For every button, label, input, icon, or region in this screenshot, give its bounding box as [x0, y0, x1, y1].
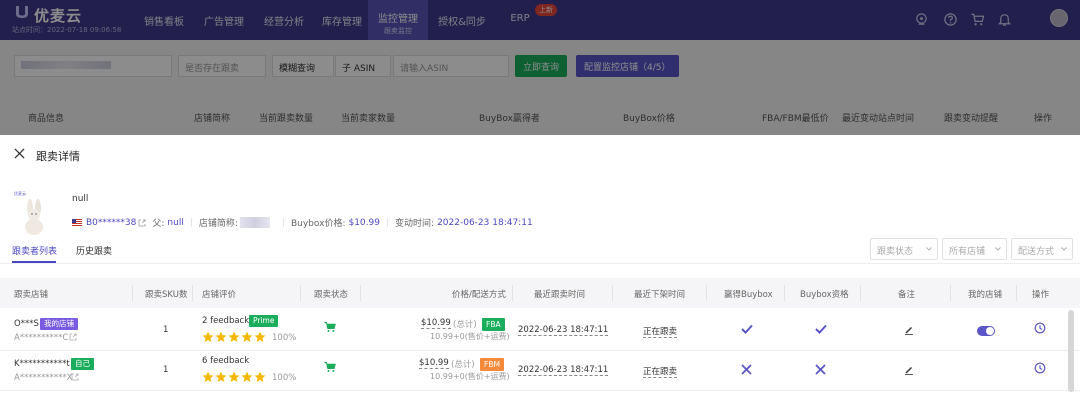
drawer-title: 跟卖详情 — [36, 150, 80, 163]
col-buybox-eligible: Buybox资格 — [800, 290, 849, 300]
col-seller-store: 跟卖店铺 — [14, 290, 49, 300]
check-icon — [815, 324, 827, 334]
price-total: $10.99 — [419, 358, 449, 369]
parent-value: null — [167, 217, 184, 228]
buybox-label: Buybox价格: — [290, 219, 346, 229]
total-label: (总计) — [453, 320, 477, 330]
sku-count: 1 — [163, 325, 169, 335]
total-label: (总计) — [451, 360, 475, 370]
close-icon[interactable] — [14, 148, 25, 159]
col-remarks: 备注 — [898, 290, 916, 300]
star-icon — [202, 371, 214, 382]
parent-label: 父: — [152, 219, 165, 229]
price-breakdown: 10.99+0(售价+运费) — [430, 332, 510, 341]
product-meta: B0******38 父: null | 店铺简称: | Buybox价格: $… — [72, 216, 533, 229]
cart-status-icon — [324, 362, 336, 372]
product-name: null — [72, 194, 89, 204]
last-follow-time: 2022-06-23 18:47:11 — [518, 365, 609, 376]
rating-percent: 100% — [272, 373, 297, 383]
feedback-count: 6 feedback — [202, 356, 250, 366]
col-follow-status: 跟卖状态 — [314, 290, 349, 300]
star-icon — [241, 371, 253, 382]
star-icon — [241, 331, 253, 342]
external-link-icon[interactable] — [138, 219, 146, 227]
store-name-redacted — [239, 217, 270, 228]
follow-detail-drawer: 跟卖详情 优麦云 null B0******38 父: null | 店铺简称:… — [0, 135, 1080, 406]
store-label: 店铺简称: — [198, 219, 238, 229]
buybox-price: $10.99 — [348, 217, 380, 228]
star-icon — [228, 331, 240, 342]
follow-status-dropdown[interactable]: 跟卖状态 — [870, 238, 938, 260]
product-image: 优麦云 — [14, 190, 43, 235]
store-dropdown[interactable]: 所有店铺 — [942, 238, 1007, 260]
tab-seller-list[interactable]: 跟卖者列表 — [12, 244, 57, 257]
chevron-down-icon — [1061, 247, 1067, 251]
chevron-down-icon — [995, 247, 1001, 251]
col-sku-count: 跟卖SKU数 — [145, 290, 188, 300]
star-icon — [228, 371, 240, 382]
change-time-value: 2022-06-23 18:47:11 — [437, 217, 533, 228]
edit-remark-icon[interactable] — [904, 365, 914, 375]
table-scrollbar[interactable] — [1068, 310, 1074, 392]
rating-percent: 100% — [272, 333, 297, 343]
edit-remark-icon[interactable] — [904, 325, 914, 335]
history-clock-icon[interactable] — [1034, 322, 1046, 334]
shipping-dropdown[interactable]: 配送方式 — [1011, 238, 1073, 260]
modal-overlay[interactable] — [0, 0, 1080, 135]
last-down-time: 正在跟卖 — [643, 367, 678, 378]
history-clock-icon[interactable] — [1034, 362, 1046, 374]
col-last-follow-time: 最近跟卖时间 — [534, 290, 586, 300]
my-store-tag: 我的店铺 — [40, 318, 78, 330]
feedback-count: 2 feedback — [202, 316, 250, 326]
chevron-down-icon — [926, 247, 932, 251]
sku-count: 1 — [163, 365, 169, 375]
price-total: $10.99 — [421, 318, 451, 329]
star-icon — [202, 331, 214, 342]
my-store-toggle[interactable] — [977, 326, 995, 336]
star-rating — [202, 371, 266, 383]
star-rating — [202, 331, 266, 343]
price-breakdown: 10.99+0(售价+运费) — [430, 372, 510, 381]
col-actions: 操作 — [1032, 290, 1050, 300]
col-win-buybox: 赢得Buybox — [724, 290, 773, 300]
last-down-time: 正在跟卖 — [643, 327, 678, 338]
last-follow-time: 2022-06-23 18:47:11 — [518, 325, 609, 336]
col-store-rating: 店铺评价 — [202, 290, 237, 300]
seller-id: A**********C — [14, 333, 69, 343]
star-icon — [254, 331, 266, 342]
cross-icon — [741, 364, 752, 375]
fulfillment-tag: FBM — [480, 358, 504, 371]
seller-name: K***********t — [14, 359, 70, 369]
product-asin[interactable]: B0******38 — [86, 218, 136, 228]
col-my-store: 我的店铺 — [968, 290, 1003, 300]
star-icon — [215, 371, 227, 382]
seller-name: O***S — [14, 319, 39, 329]
fulfillment-tag: FBA — [482, 318, 505, 331]
self-tag: 自己 — [71, 358, 94, 370]
cross-icon — [815, 364, 826, 375]
check-icon — [741, 324, 753, 334]
col-price-shipping: 价格/配送方式 — [452, 290, 506, 300]
cart-status-icon — [324, 322, 336, 332]
star-icon — [254, 371, 266, 382]
seller-id: A***********X — [14, 373, 73, 383]
us-flag-icon — [72, 219, 82, 226]
product-image-brand: 优麦云 — [14, 190, 26, 196]
star-icon — [215, 331, 227, 342]
external-link-icon[interactable] — [71, 373, 79, 381]
external-link-icon[interactable] — [69, 333, 77, 341]
col-last-down-time: 最近下架时间 — [634, 290, 686, 300]
prime-tag: Prime — [249, 315, 279, 327]
change-time-label: 变动时间: — [395, 219, 435, 229]
tab-history[interactable]: 历史跟卖 — [76, 244, 112, 257]
